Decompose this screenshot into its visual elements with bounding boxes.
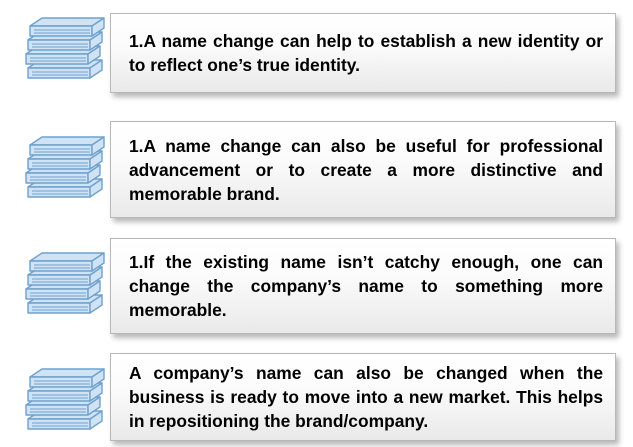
- book-stack-icon: [25, 252, 105, 314]
- book-stack-icon: [25, 368, 105, 430]
- text-card: A company’s name can also be changed whe…: [110, 353, 616, 441]
- text-card: 1.A name change can help to establish a …: [110, 13, 616, 93]
- book-stack-icon: [25, 136, 105, 198]
- item-text: 1.A name change can also be useful for p…: [129, 135, 603, 204]
- item-text: 1.If the existing name isn’t catchy enou…: [129, 252, 603, 320]
- item-text: 1.A name change can help to establish a …: [129, 31, 603, 75]
- item-text: A company’s name can also be changed whe…: [129, 363, 603, 431]
- book-stack-icon: [25, 17, 105, 79]
- text-card: 1.A name change can also be useful for p…: [110, 121, 616, 218]
- text-card: 1.If the existing name isn’t catchy enou…: [110, 238, 616, 334]
